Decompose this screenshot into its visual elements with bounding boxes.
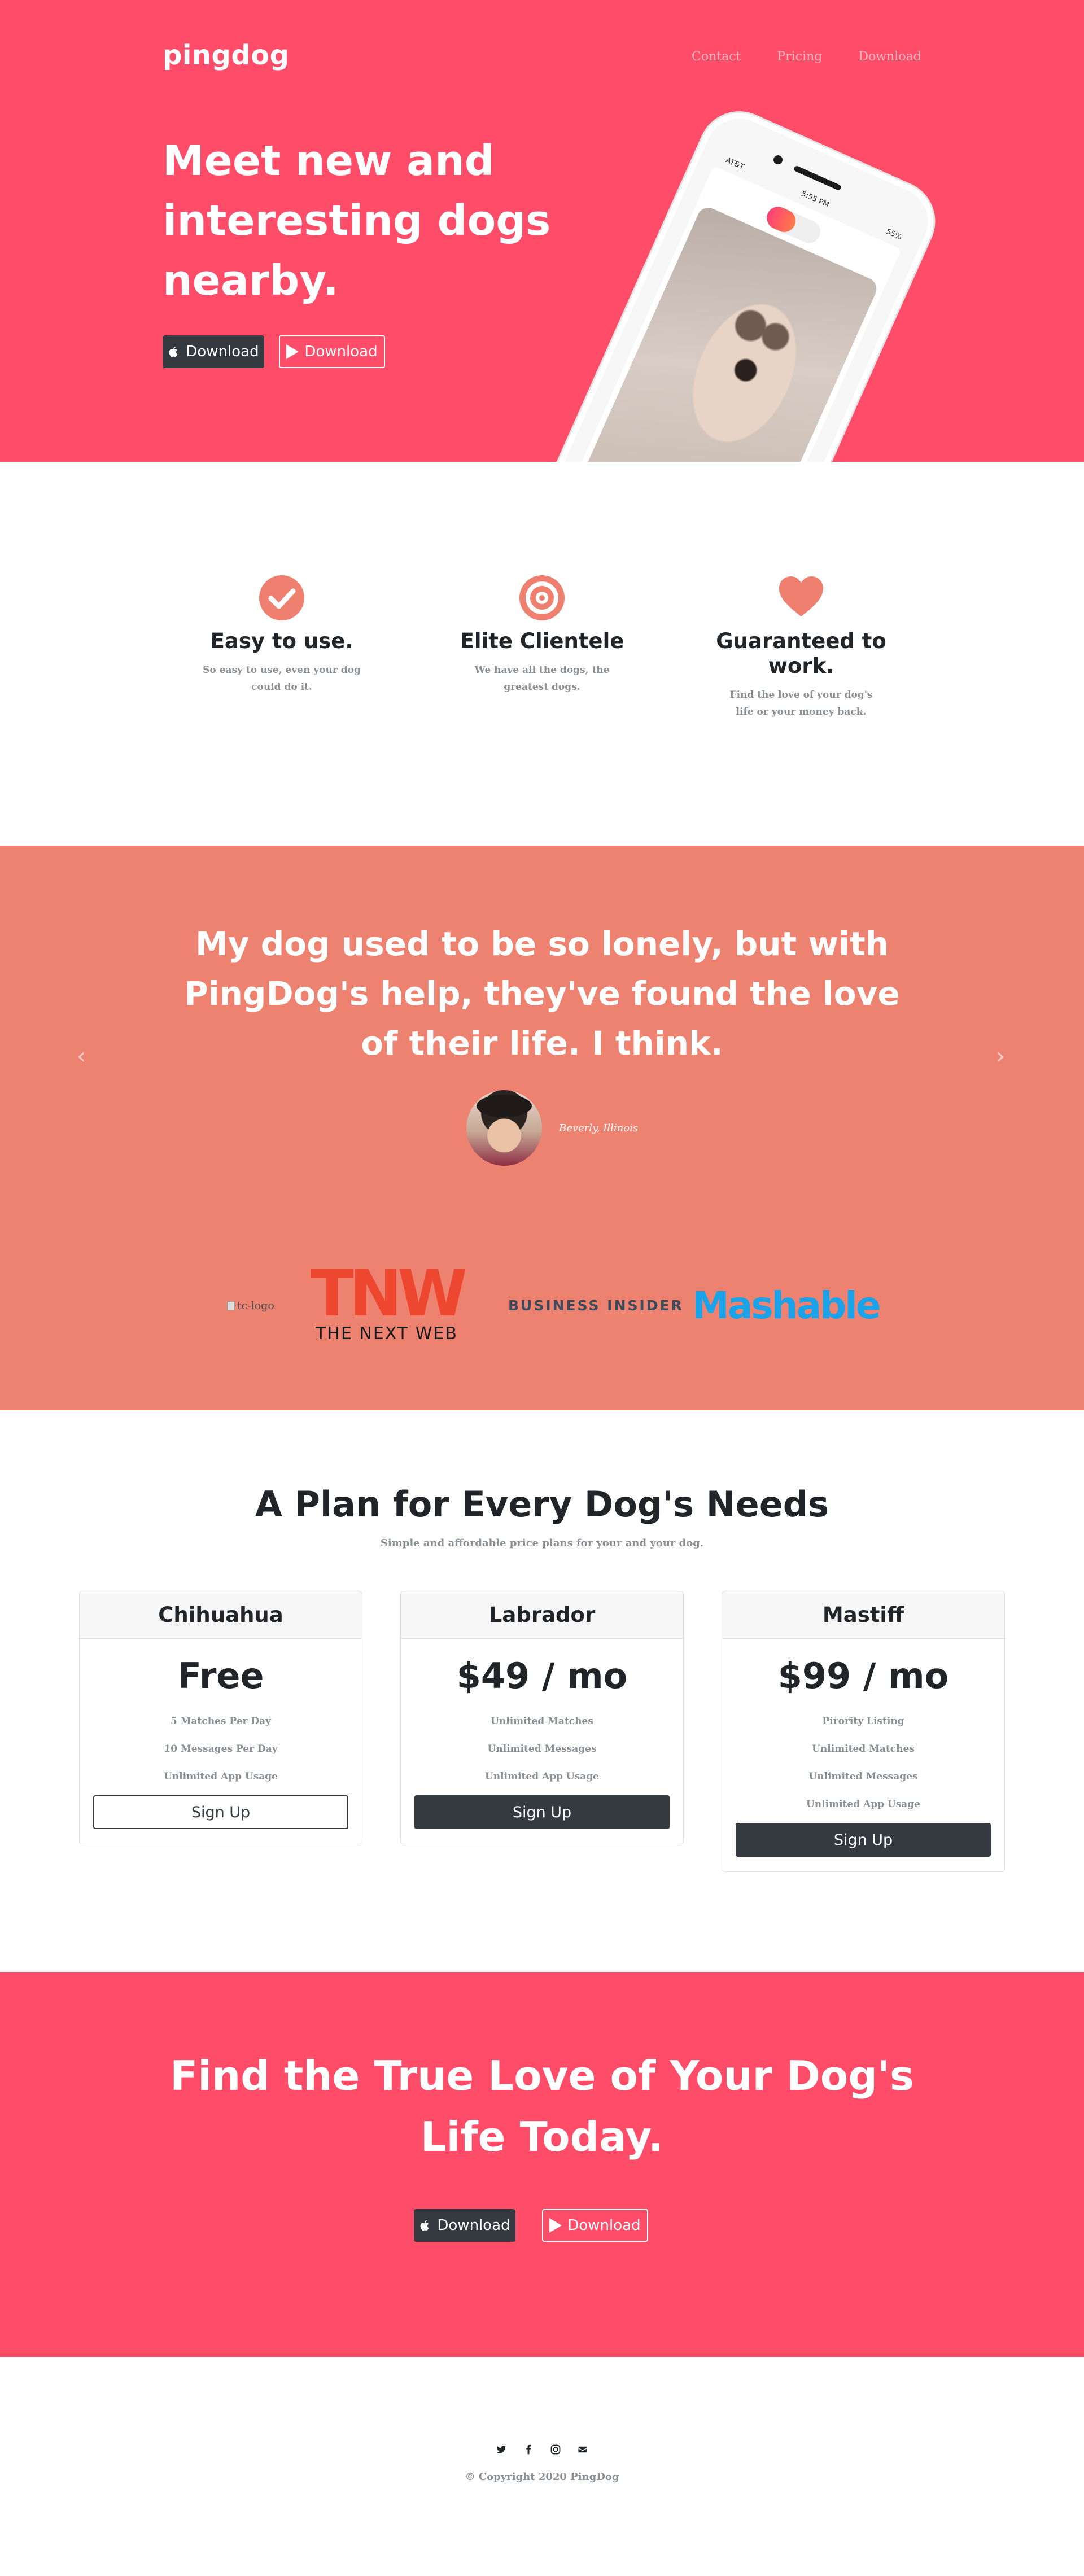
plan-feature: Unlimited Messages xyxy=(808,1771,918,1782)
plan-feature: 5 Matches Per Day xyxy=(170,1716,272,1727)
plan-feature: Unlimited App Usage xyxy=(806,1799,921,1810)
top-nav: Contact Pricing Download xyxy=(692,50,921,64)
plan-feature: Unlimited Matches xyxy=(491,1716,593,1727)
dog-photo xyxy=(578,204,880,462)
testimonial-author: Beverly, Illinois xyxy=(559,1122,639,1134)
sign-up-button[interactable]: Sign Up xyxy=(414,1795,670,1829)
envelope-icon[interactable] xyxy=(578,2444,588,2455)
phone-mockup: AT&T 5:55 PM 55% xyxy=(522,100,946,462)
phone-screen xyxy=(571,165,902,462)
pricing-section: A Plan for Every Dog's Needs Simple and … xyxy=(0,1410,1084,1972)
apple-icon xyxy=(169,347,178,357)
pricing-subtitle: Simple and affordable price plans for yo… xyxy=(380,1537,704,1549)
avatar xyxy=(466,1090,542,1166)
check-circle-icon xyxy=(259,575,305,621)
sign-up-button[interactable]: Sign Up xyxy=(736,1823,991,1857)
plan-feature: Unlimited Matches xyxy=(812,1743,915,1755)
cta-play-store-button[interactable]: Download xyxy=(542,2209,648,2242)
feature-guaranteed: Guaranteed to work. Find the love of you… xyxy=(708,575,894,720)
hero-app-store-button[interactable]: Download xyxy=(163,335,264,368)
plan-feature: Unlimited Messages xyxy=(487,1743,597,1755)
cta-app-store-button[interactable]: Download xyxy=(414,2209,515,2242)
feature-title: Elite Clientele xyxy=(460,629,624,653)
plan-name: Mastiff xyxy=(722,1591,1004,1639)
mashable-logo: Mashable xyxy=(692,1284,881,1327)
apple-icon xyxy=(420,2220,429,2231)
phone-carrier: AT&T xyxy=(724,156,746,172)
footer: © Copyright 2020 PingDog xyxy=(0,2357,1084,2576)
chevron-right-icon[interactable]: › xyxy=(996,1043,1005,1069)
hero-app-store-label: Download xyxy=(186,343,259,360)
plan-features: Pirority Listing Unlimited Matches Unlim… xyxy=(722,1708,1004,1818)
techcrunch-alt-text: tc-logo xyxy=(237,1300,274,1312)
play-icon xyxy=(549,2218,562,2233)
nav-link-download[interactable]: Download xyxy=(858,50,921,64)
feature-elite: Elite Clientele We have all the dogs, th… xyxy=(449,575,635,696)
hero-section: pingdog Contact Pricing Download Meet ne… xyxy=(0,0,1084,462)
plan-feature: Pirority Listing xyxy=(822,1716,904,1727)
plan-card-labrador: Labrador $49 / mo Unlimited Matches Unli… xyxy=(400,1591,684,1844)
instagram-icon[interactable] xyxy=(550,2444,561,2455)
testimonial-quote: My dog used to be so lonely, but with Pi… xyxy=(184,925,900,1062)
twitter-icon[interactable] xyxy=(496,2444,506,2455)
hero-play-store-label: Download xyxy=(304,343,378,360)
broken-image-icon xyxy=(227,1301,235,1310)
copyright-text: © Copyright 2020 PingDog xyxy=(465,2471,619,2483)
cta-app-store-label: Download xyxy=(437,2217,510,2234)
pricing-title: A Plan for Every Dog's Needs xyxy=(255,1484,829,1525)
plan-price: $49 / mo xyxy=(456,1655,628,1696)
social-links xyxy=(0,2444,1084,2455)
cta-section: Find the True Love of Your Dog's Life To… xyxy=(0,1972,1084,2357)
cta-title: Find the True Love of Your Dog's Life To… xyxy=(170,2052,914,2160)
brand-logo[interactable]: pingdog xyxy=(163,40,290,71)
business-insider-logo: BUSINESS INSIDER xyxy=(508,1297,684,1314)
nav-link-contact[interactable]: Contact xyxy=(692,50,741,64)
plan-feature: Unlimited App Usage xyxy=(163,1771,278,1782)
phone-battery: 55% xyxy=(885,227,903,242)
press-logos: tc-logo TNW THE NEXT WEB BUSINESS INSIDE… xyxy=(0,1257,1084,1344)
cta-play-store-label: Download xyxy=(567,2217,641,2234)
plan-card-chihuahua: Chihuahua Free 5 Matches Per Day 10 Mess… xyxy=(79,1591,362,1844)
heart-icon xyxy=(778,575,824,621)
techcrunch-logo: tc-logo xyxy=(227,1300,274,1312)
tnw-mark: TNW xyxy=(311,1269,466,1331)
facebook-icon[interactable] xyxy=(523,2444,534,2455)
plan-price: $99 / mo xyxy=(777,1655,949,1696)
features-section: Easy to use. So easy to use, even your d… xyxy=(0,462,1084,846)
testimonial-section: ‹ › My dog used to be so lonely, but wit… xyxy=(0,846,1084,1410)
hero-title: Meet new and interesting dogs nearby. xyxy=(163,137,551,305)
bullseye-icon xyxy=(519,575,565,621)
plan-feature: Unlimited App Usage xyxy=(484,1771,600,1782)
plan-card-mastiff: Mastiff $99 / mo Pirority Listing Unlimi… xyxy=(722,1591,1005,1872)
sign-up-button[interactable]: Sign Up xyxy=(93,1795,348,1829)
play-icon xyxy=(286,344,299,359)
tnw-name: THE NEXT WEB xyxy=(315,1324,458,1342)
hero-play-store-button[interactable]: Download xyxy=(279,335,385,368)
plan-feature: 10 Messages Per Day xyxy=(164,1743,278,1755)
feature-title: Guaranteed to work. xyxy=(716,629,886,678)
plan-features: Unlimited Matches Unlimited Messages Unl… xyxy=(401,1708,683,1791)
phone-camera xyxy=(772,154,784,166)
feature-text: Find the love of your dog's life or your… xyxy=(729,689,873,718)
tnw-logo: TNW THE NEXT WEB xyxy=(305,1257,470,1344)
phone-speaker xyxy=(793,165,842,191)
chevron-left-icon[interactable]: ‹ xyxy=(77,1043,86,1069)
hat-shape xyxy=(477,1095,532,1117)
plan-name: Chihuahua xyxy=(80,1591,362,1639)
nav-link-pricing[interactable]: Pricing xyxy=(777,50,822,64)
feature-title: Easy to use. xyxy=(210,629,353,653)
feature-easy: Easy to use. So easy to use, even your d… xyxy=(189,575,375,696)
feature-text: We have all the dogs, the greatest dogs. xyxy=(474,664,610,693)
feature-text: So easy to use, even your dog could do i… xyxy=(203,664,361,693)
plan-name: Labrador xyxy=(401,1591,683,1639)
plan-price: Free xyxy=(177,1655,264,1696)
plan-features: 5 Matches Per Day 10 Messages Per Day Un… xyxy=(80,1708,362,1791)
